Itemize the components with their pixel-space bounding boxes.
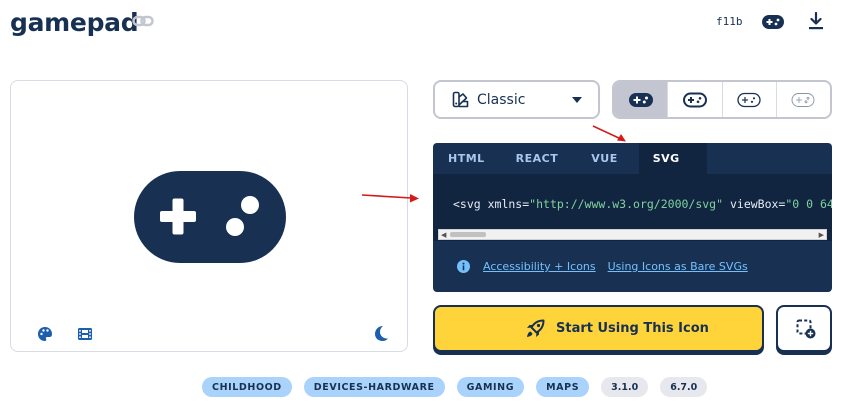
gamepad-icon[interactable] [762, 14, 784, 30]
start-using-icon-button[interactable]: Start Using This Icon [433, 305, 764, 352]
tag-category[interactable]: CHILDHOOD [202, 377, 292, 397]
scroll-right-icon[interactable]: ▶ [819, 231, 824, 239]
style-select-label: Classic [477, 92, 526, 108]
code-snippet-panel: HTML REACT VUE SVG <svg xmlns="http://ww… [433, 143, 832, 292]
film-icon[interactable] [77, 326, 93, 342]
icon-tags: CHILDHOOD DEVICES-HARDWARE GAMING MAPS 3… [202, 377, 719, 397]
variant-light[interactable] [723, 82, 777, 117]
style-select[interactable]: Classic [433, 80, 600, 119]
gamepad-icon [791, 92, 815, 107]
bare-svgs-link[interactable]: Using Icons as Bare SVGs [608, 260, 748, 273]
variant-solid[interactable] [614, 82, 669, 117]
icon-preview-panel [10, 80, 408, 352]
unicode-value[interactable]: f11b [716, 15, 743, 28]
gamepad-icon [737, 92, 761, 107]
tab-html[interactable]: HTML [433, 143, 500, 174]
tab-svg[interactable]: SVG [638, 143, 707, 174]
code-tabs: HTML REACT VUE SVG [433, 143, 707, 174]
paint-swatch-icon [452, 91, 469, 108]
page-title: gamepad [10, 8, 139, 37]
tag-version: 3.1.0 [601, 377, 649, 397]
tag-version: 6.7.0 [660, 377, 708, 397]
horizontal-scrollbar[interactable]: ◀ ▶ [438, 229, 827, 240]
download-icon[interactable] [808, 12, 824, 30]
tab-react[interactable]: REACT [500, 143, 576, 174]
variant-thin[interactable] [777, 82, 830, 117]
gamepad-icon [134, 171, 286, 263]
accessibility-link[interactable]: Accessibility + Icons [483, 260, 596, 273]
add-to-kit-button[interactable] [776, 305, 832, 352]
gamepad-icon [628, 92, 653, 107]
start-using-icon-label: Start Using This Icon [556, 321, 709, 336]
info-icon [457, 260, 470, 273]
scroll-left-icon[interactable]: ◀ [441, 231, 446, 239]
tag-category[interactable]: GAMING [456, 377, 525, 397]
annotation-arrow-icon [592, 125, 626, 142]
moon-icon[interactable] [373, 325, 389, 342]
tab-vue[interactable]: VUE [575, 143, 638, 174]
tag-category[interactable]: MAPS [536, 377, 590, 397]
code-mid: viewBox= [723, 197, 786, 211]
rocket-icon [527, 319, 545, 337]
square-plus-icon [796, 319, 816, 339]
icon-variant-switcher [612, 80, 832, 119]
info-links: Accessibility + Icons Using Icons as Bar… [457, 260, 760, 273]
tag-category[interactable]: DEVICES-HARDWARE [303, 377, 445, 397]
palette-icon[interactable] [37, 326, 53, 342]
code-xmlns: "http://www.w3.org/2000/svg" [529, 197, 724, 211]
scrollbar-thumb[interactable] [450, 232, 486, 237]
chevron-down-icon [572, 97, 582, 103]
variant-regular[interactable] [668, 82, 723, 117]
gamepad-icon [682, 92, 707, 107]
link-icon[interactable] [132, 12, 154, 30]
code-line: <svg xmlns="http://www.w3.org/2000/svg" … [453, 197, 832, 211]
code-viewbox: "0 0 640 [785, 197, 832, 211]
code-area[interactable]: <svg xmlns="http://www.w3.org/2000/svg" … [433, 174, 832, 241]
code-prefix: <svg xmlns= [453, 197, 530, 211]
annotation-arrow-icon [361, 194, 419, 203]
